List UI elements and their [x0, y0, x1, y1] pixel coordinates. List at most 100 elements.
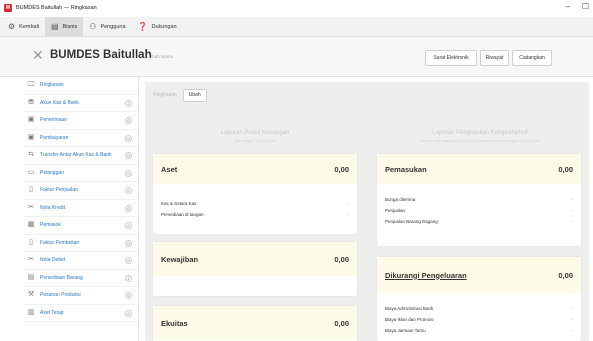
minimize-button[interactable]: – [565, 2, 569, 11]
purchase-invoice-icon: ▯ [29, 238, 33, 246]
count-badge: 0 [125, 257, 132, 264]
sidebar-item-pelanggan[interactable]: ▭ Pelanggan 0 [24, 165, 138, 182]
expenses-title: Dikurangi Pengeluaran [385, 270, 467, 280]
window-controls: – ☐ [565, 2, 589, 11]
receipt-icon: ▣ [27, 116, 35, 124]
business-header: ✕ BUMDES Baitullah Ubah Nama Surat Elekt… [0, 37, 593, 77]
expenses-card: Dikurangi Pengeluaran 0,00 Biaya Adminis… [377, 257, 581, 341]
history-button[interactable]: Riwayat [480, 50, 509, 66]
assets-title: Aset [161, 164, 178, 174]
rename-link[interactable]: Ubah Nama [149, 54, 173, 59]
assets-header: Aset 0,00 [153, 154, 357, 184]
count-badge: 2 [125, 99, 132, 107]
sidebar-item-pemasok[interactable]: ▦ Pemasok 0 [24, 217, 138, 235]
fixed-asset-icon: ▥ [27, 308, 35, 316]
row-value: - [347, 201, 350, 206]
sidebar-item-persediaan-barang[interactable]: ▤ Persediaan Barang 2 [24, 270, 138, 287]
back-button[interactable]: ⚙ Kembali [2, 17, 45, 37]
row-value: - [571, 306, 574, 311]
sidebar-item-nota-kredit[interactable]: ✂ Nota Kredit 0 [24, 200, 138, 217]
row-label: Biaya Iklan dan Promosi [385, 317, 434, 322]
expenses-header: Dikurangi Pengeluaran 0,00 [377, 257, 581, 293]
customer-icon: ▭ [27, 168, 35, 176]
support-label: Dukungan [151, 23, 177, 30]
assets-card: Aset 0,00 Kas & Setara Kas - Persediaan … [153, 154, 357, 234]
edit-button[interactable]: Ubah [182, 88, 207, 102]
sidebar-item-transfer[interactable]: ⇆ Transfer Antar Akun Kas & Bank 0 [24, 147, 138, 165]
sidebar: 🖵 Ringkasan ⛃ Akun Kas & Bank 2 ▣ Peneri… [24, 77, 139, 341]
maximize-button[interactable]: ☐ [582, 2, 589, 11]
table-row[interactable]: Biaya Iklan dan Promosi - [385, 314, 573, 325]
row-label: Penjualan Barang Dagang [385, 219, 438, 224]
sidebar-item-label: Pembayaran [40, 134, 69, 141]
row-label: Biaya Jamuan Tamu [385, 328, 426, 333]
sidebar-item-label: Faktur Pembelian [40, 239, 80, 246]
sidebar-item-label: Persediaan Barang [40, 274, 83, 281]
income-title: Pemasukan [385, 164, 427, 174]
count-badge: 0 [125, 169, 132, 177]
count-badge: 0 [125, 292, 132, 299]
sidebar-item-pembayaran[interactable]: ▣ Pembayaran 0 [24, 130, 138, 147]
table-row[interactable]: Biaya Jamuan Tamu - [385, 325, 573, 336]
table-row[interactable]: Persediaan di tangan - [161, 209, 349, 220]
sidebar-item-label: Pemasok [40, 222, 61, 229]
close-icon[interactable]: ✕ [32, 47, 44, 64]
sidebar-item-label: Faktur Penjualan [40, 187, 78, 194]
document-icon: ▤ [51, 22, 59, 31]
toolbar: ⚙ Kembali ▤ Bisnis ⚇ Pengguna ❓ Dukungan [0, 16, 593, 37]
business-tab[interactable]: ▤ Bisnis [45, 16, 84, 37]
income-total: 0,00 [558, 164, 573, 174]
email-button[interactable]: Surat Elektronik [425, 50, 477, 66]
equity-title: Ekuitas [161, 318, 188, 328]
sidebar-item-label: Transfer Antar Akun Kas & Bank [40, 152, 112, 159]
sidebar-item-label: Ringkasan [40, 82, 64, 89]
sidebar-item-label: Aset Tetap [40, 309, 64, 316]
table-row[interactable]: Penjualan Barang Dagang - [385, 216, 573, 227]
supplier-icon: ▦ [27, 221, 35, 229]
table-row[interactable]: Biaya Administrasi Bank - [385, 303, 573, 314]
liabilities-header: Kewajiban 0,00 [153, 242, 357, 276]
count-badge: 0 [125, 187, 132, 194]
table-row[interactable]: Kas & Setara Kas - [161, 198, 349, 209]
assets-body: Kas & Setara Kas - Persediaan di tangan … [153, 184, 357, 222]
count-badge: 0 [125, 117, 132, 124]
sidebar-item-pesanan-produksi[interactable]: ⚒ Pesanan Produksi 0 [24, 287, 138, 305]
sidebar-item-faktur-penjualan[interactable]: ▯ Faktur Penjualan 0 [24, 182, 138, 200]
main-panel: Ringkasan Ubah Laporan Posisi Keuangan p… [145, 82, 589, 341]
row-label: Persediaan di tangan [161, 212, 204, 217]
inventory-icon: ▤ [27, 273, 35, 281]
row-label: Kas & Setara Kas [161, 201, 197, 206]
sidebar-item-faktur-pembelian[interactable]: ▯ Faktur Pembelian 0 [24, 235, 138, 252]
balance-sheet-title: Laporan Posisi Keuangan [220, 130, 290, 136]
monitor-icon: 🖵 [27, 81, 35, 89]
sidebar-item-akun-kas-bank[interactable]: ⛃ Akun Kas & Bank 2 [24, 95, 138, 112]
table-row[interactable]: Bunga diterima - [385, 194, 573, 205]
row-value: - [571, 208, 574, 213]
sidebar-item-ringkasan[interactable]: 🖵 Ringkasan [24, 77, 138, 95]
debit-note-icon: ✂ [28, 256, 34, 264]
assets-total: 0,00 [334, 164, 349, 174]
sidebar-item-aset-tetap[interactable]: ▥ Aset Tetap 0 [24, 305, 138, 322]
sidebar-item-label: Nota Kredit [40, 204, 66, 211]
production-icon: ⚒ [27, 291, 35, 299]
count-badge: 0 [125, 152, 132, 159]
sidebar-item-nota-debet[interactable]: ✂ Nota Debet 0 [24, 252, 138, 270]
income-statement-title: Laporan Penghasilan Komprehensif [432, 130, 528, 136]
equity-header: Ekuitas 0,00 [153, 306, 357, 340]
bank-icon: ⛃ [28, 98, 34, 106]
table-row[interactable]: Penjualan - [385, 205, 573, 216]
credit-note-icon: ✂ [28, 203, 34, 211]
count-badge: 2 [125, 274, 132, 282]
count-badge: 0 [125, 204, 132, 212]
sidebar-item-penerimaan[interactable]: ▣ Penerimaan 0 [24, 112, 138, 130]
gear-icon: ⚙ [8, 22, 16, 31]
users-icon: ⚇ [89, 22, 97, 31]
invoice-icon: ▯ [29, 186, 33, 194]
support-tab[interactable]: ❓ Dukungan [132, 17, 183, 37]
row-label: Biaya Administrasi Bank [385, 306, 434, 311]
summary-tabbar: Ringkasan Ubah [145, 82, 589, 108]
users-tab[interactable]: ⚇ Pengguna [83, 17, 131, 37]
backup-button[interactable]: Cadangkan [512, 50, 552, 66]
income-header: Pemasukan 0,00 [377, 154, 581, 184]
row-label: Penjualan [385, 208, 406, 213]
